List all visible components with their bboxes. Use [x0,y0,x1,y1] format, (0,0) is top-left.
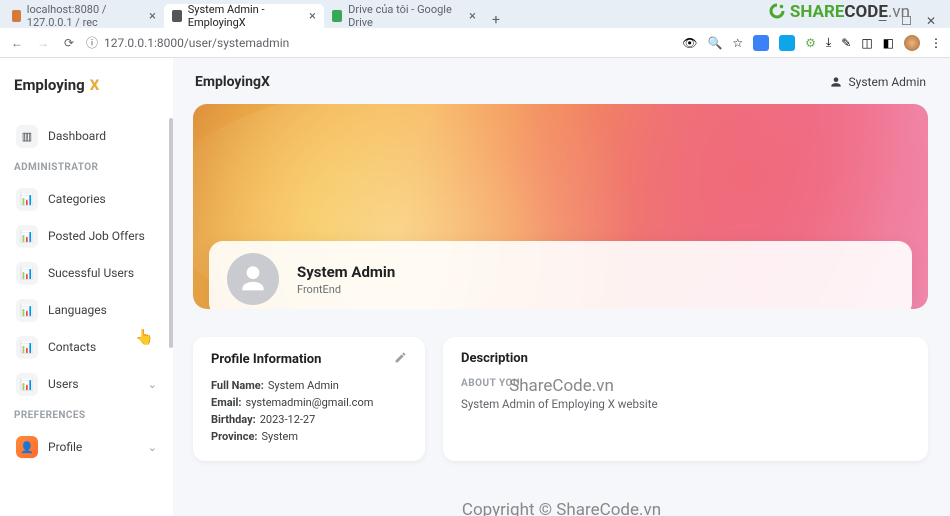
pencil-icon [394,351,407,364]
card-title: Description [461,351,528,366]
sidebar-item-label: Users [48,377,79,391]
users-success-icon: 📊 [16,262,38,284]
watermark-text: ShareCode.vn [509,376,614,396]
avatar [227,253,279,305]
download-icon[interactable]: ⤓ [826,35,831,50]
brand-suffix: X [90,76,100,94]
favicon-icon [172,10,182,22]
sidebar-item-label: Profile [48,440,82,454]
sidepanel-icon[interactable]: ◧ [883,36,894,50]
extension-icon[interactable] [753,35,769,51]
sidebar-item-posted-job-offers[interactable]: 📊 Posted Job Offers [12,219,161,253]
favicon-icon [12,10,21,22]
extensions-icon[interactable]: ◫ [861,36,872,50]
profile-avatar-icon[interactable] [904,35,920,51]
field-label: Email: [211,396,242,409]
browser-tab[interactable]: localhost:8080 / 127.0.0.1 / rec × [4,4,164,28]
field-value: 2023-12-27 [260,413,316,426]
tab-label: localhost:8080 / 127.0.0.1 / rec [27,3,139,29]
field-label: Full Name: [211,379,264,392]
sidebar-item-label: Languages [48,303,107,317]
settings-gear-icon[interactable]: ⚙ [805,36,816,50]
field-value: System [262,430,299,443]
close-icon[interactable]: × [469,9,476,24]
browser-action-icon[interactable]: 👁 [682,36,697,50]
card-title: Profile Information [211,352,321,367]
sidebar-item-successful-users[interactable]: 📊 Sucessful Users [12,256,161,290]
brand-logo[interactable]: Employing X [12,72,161,116]
jobs-icon: 📊 [16,225,38,247]
avatar-placeholder-icon [236,262,270,296]
site-info-icon[interactable]: ⓘ [86,34,98,51]
profile-information-card: Profile Information Full Name: System Adm… [193,337,425,461]
sidebar-item-profile[interactable]: 👤 Profile ⌄ [12,430,161,464]
page-header: EmployingX System Admin [193,70,928,104]
sidebar-item-dashboard[interactable]: ▥ Dashboard [12,119,161,153]
url-text: 127.0.0.1:8000/user/systemadmin [104,36,289,50]
categories-icon: 📊 [16,188,38,210]
close-icon[interactable]: × [309,9,316,24]
edit-icon[interactable]: ✎ [841,36,851,50]
profile-banner: System Admin FrontEnd [193,104,928,309]
profile-summary-card: System Admin FrontEnd [209,241,912,309]
contacts-icon: 📊 [16,336,38,358]
browser-tab[interactable]: Drive của tôi - Google Drive × [324,4,484,28]
description-card: Description ABOUT YOU System Admin of Em… [443,337,928,461]
sidebar-item-users[interactable]: 📊 Users ⌄ [12,367,161,401]
reload-icon[interactable]: ⟳ [60,34,78,52]
dashboard-icon: ▥ [16,125,38,147]
close-window-icon[interactable]: ✕ [926,14,936,28]
current-user-button[interactable]: System Admin [829,75,926,89]
edit-profile-button[interactable] [394,351,407,367]
sidebar-item-label: Posted Job Offers [48,229,145,243]
profile-name: System Admin [297,263,395,281]
browser-tab-active[interactable]: System Admin - EmployingX × [164,4,324,28]
sidebar-item-label: Dashboard [48,129,106,143]
sidebar-section-administrator: ADMINISTRATOR [12,156,161,179]
users-icon: 📊 [16,373,38,395]
sidebar-item-label: Categories [48,192,106,206]
cursor-pointer-icon: 👆 [135,328,154,346]
brand-text: Employing [14,76,85,94]
page-title: EmployingX [195,74,270,90]
address-bar[interactable]: ⓘ 127.0.0.1:8000/user/systemadmin [86,34,289,51]
sidebar-item-label: Sucessful Users [48,266,134,280]
watermark-logo: SHARECODE.vn [768,2,910,22]
profile-role: FrontEnd [297,283,395,296]
user-icon [829,75,843,89]
profile-icon: 👤 [16,436,38,458]
browser-toolbar: ← → ⟳ ⓘ 127.0.0.1:8000/user/systemadmin … [0,28,950,58]
description-body: System Admin of Employing X website [461,397,910,411]
chevron-down-icon: ⌄ [148,378,157,391]
extension-icon[interactable] [779,35,795,51]
languages-icon: 📊 [16,299,38,321]
sidebar-section-preferences: PREFERENCES [12,404,161,427]
favicon-icon [332,10,342,22]
sidebar-item-categories[interactable]: 📊 Categories [12,182,161,216]
new-tab-button[interactable]: + [484,12,508,28]
forward-icon[interactable]: → [34,34,52,52]
close-icon[interactable]: × [149,9,156,24]
watermark-text: Copyright © ShareCode.vn [462,500,661,516]
tab-label: Drive của tôi - Google Drive [348,3,459,29]
menu-icon[interactable]: ⋮ [930,36,942,50]
chevron-down-icon: ⌄ [148,441,157,454]
sidebar: Employing X ▥ Dashboard ADMINISTRATOR 📊 C… [0,58,173,516]
field-label: Province: [211,430,258,443]
field-value: System Admin [268,379,339,392]
field-value: systemadmin@gmail.com [246,396,374,409]
current-user-label: System Admin [849,75,926,89]
star-icon[interactable]: ☆ [732,36,743,50]
sidebar-item-languages[interactable]: 📊 Languages [12,293,161,327]
field-label: Birthday: [211,413,256,426]
main-content: EmployingX System Admin System Admin Fro… [173,58,950,516]
tab-label: System Admin - EmployingX [188,3,299,29]
sidebar-item-label: Contacts [48,340,96,354]
back-icon[interactable]: ← [8,34,26,52]
zoom-icon[interactable]: 🔍 [707,36,722,50]
